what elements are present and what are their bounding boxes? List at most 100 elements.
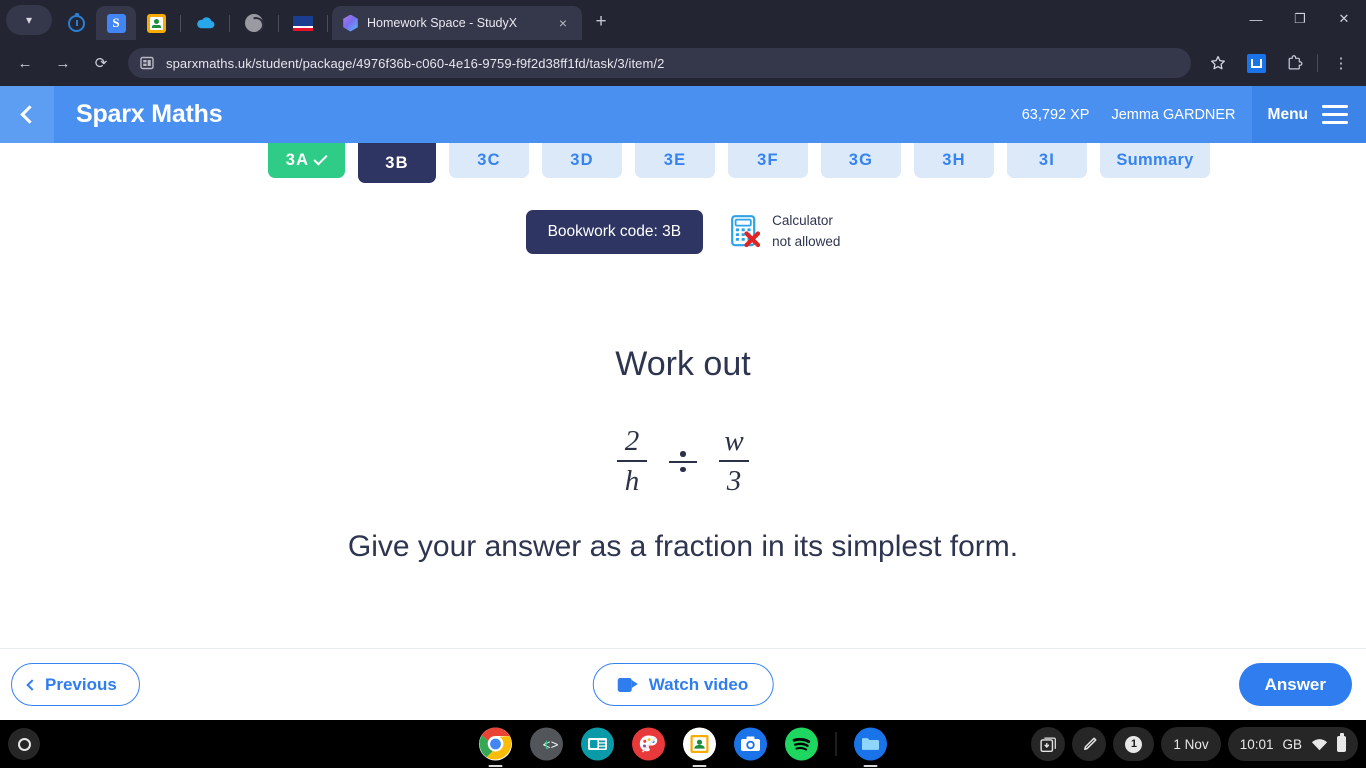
extensions-puzzle-icon[interactable]: [1278, 47, 1310, 79]
close-icon[interactable]: ✕: [1322, 0, 1366, 38]
forward-icon[interactable]: →: [47, 47, 79, 79]
pinned-tab-flag[interactable]: [283, 6, 323, 40]
minimize-icon[interactable]: —: [1234, 0, 1278, 38]
task-tab-3f[interactable]: 3F: [728, 143, 808, 178]
shelf-app-paint-palette[interactable]: [632, 727, 666, 761]
fraction-left-denominator: h: [624, 465, 640, 498]
tab-search-chevron-down-icon[interactable]: ▾: [6, 5, 52, 35]
task-tab-label: 3A: [285, 151, 310, 169]
task-tab-3d[interactable]: 3D: [542, 143, 622, 178]
system-tray: 1 1 Nov 10:01 GB: [1031, 727, 1358, 761]
fraction-right-denominator: 3: [726, 465, 742, 498]
pinned-tab-globe[interactable]: [234, 6, 274, 40]
download-tray-icon[interactable]: [1031, 727, 1066, 761]
shelf-app-chrome[interactable]: [479, 727, 513, 761]
user-name: Jemma GARDNER: [1111, 106, 1236, 123]
shelf-app-spotify[interactable]: [785, 727, 819, 761]
studyx-cube-icon: [343, 14, 358, 32]
active-tab-homework-space[interactable]: Homework Space - StudyX ×: [332, 6, 582, 40]
flag-icon: [293, 15, 313, 31]
globe-icon: [245, 14, 263, 32]
app-back-button[interactable]: [0, 86, 54, 143]
fraction-left-numerator: 2: [624, 425, 640, 457]
answer-button[interactable]: Answer: [1238, 663, 1352, 706]
app-header: Sparx Maths 63,792 XP Jemma GARDNER Menu: [0, 86, 1366, 143]
pinned-extension-icon[interactable]: [1240, 47, 1272, 79]
previous-chevron-icon: [26, 678, 38, 691]
task-tab-3a[interactable]: 3A: [268, 143, 345, 178]
task-tab-label: 3E: [663, 151, 687, 169]
wifi-icon: [1311, 738, 1328, 751]
shelf-app-list: < t >: [479, 727, 888, 761]
battery-icon: [1337, 733, 1346, 752]
calendar-date[interactable]: 1 Nov: [1161, 727, 1221, 761]
shelf-app-tynker[interactable]: < t >: [530, 727, 564, 761]
previous-label: Previous: [45, 674, 117, 694]
browser-toolbar: ← → ⟳ sparxmaths.uk/student/package/4976…: [0, 40, 1366, 86]
tab-divider: [180, 15, 181, 32]
pinned-tab-sparx[interactable]: S: [96, 6, 136, 40]
task-tab-strip: 3A 3B 3C 3D 3E 3F 3G 3H 3I Summary: [0, 143, 1366, 183]
launcher-icon[interactable]: [8, 728, 40, 760]
pinned-tab-classroom[interactable]: [136, 6, 176, 40]
task-tab-label: 3B: [385, 153, 409, 172]
shelf-app-google-classroom[interactable]: [683, 727, 717, 761]
watch-video-label: Watch video: [648, 674, 749, 694]
shelf-app-news[interactable]: [581, 727, 615, 761]
three-dot-menu-icon[interactable]: ⋮: [1325, 47, 1357, 79]
notification-count: 1: [1125, 735, 1143, 753]
task-tab-label: 3I: [1038, 151, 1056, 169]
menu-button[interactable]: Menu: [1251, 86, 1366, 143]
bookwork-code-badge[interactable]: Bookwork code: 3B: [525, 210, 704, 254]
cloud-icon: [196, 17, 214, 29]
division-operator-icon: [669, 451, 697, 473]
browser-tab-bar: ▾ S Homework Space - StudyX × + — ❐ ✕: [0, 0, 1366, 40]
shelf-app-files[interactable]: [854, 727, 888, 761]
task-tab-label: 3G: [848, 151, 874, 169]
task-tab-3g[interactable]: 3G: [821, 143, 901, 178]
xp-total: 63,792 XP: [1021, 106, 1090, 123]
calculator-not-allowed: Calculator not allowed: [731, 211, 840, 253]
task-tab-3e[interactable]: 3E: [635, 143, 715, 178]
page-info-icon[interactable]: [138, 54, 156, 72]
google-classroom-icon: [146, 13, 166, 33]
calculator-line-2: not allowed: [772, 234, 841, 249]
status-area[interactable]: 10:01 GB: [1227, 727, 1358, 761]
task-tab-summary[interactable]: Summary: [1100, 143, 1210, 178]
notification-counter[interactable]: 1: [1113, 727, 1155, 761]
reload-icon[interactable]: ⟳: [85, 47, 117, 79]
task-tab-label: 3F: [757, 151, 779, 169]
task-tab-label: 3C: [477, 151, 501, 169]
task-tab-3b[interactable]: 3B: [358, 143, 436, 183]
svg-text:t: t: [545, 737, 549, 752]
question-meta-row: Bookwork code: 3B Calculator not allowed: [0, 210, 1366, 254]
tab-strip: ▾ S Homework Space - StudyX × +: [0, 0, 616, 40]
task-tab-3h[interactable]: 3H: [914, 143, 994, 178]
screen: ▾ S Homework Space - StudyX × + — ❐ ✕ ← …: [0, 0, 1366, 768]
address-bar[interactable]: sparxmaths.uk/student/package/4976f36b-c…: [128, 48, 1191, 78]
check-icon: [313, 151, 328, 166]
watch-video-button[interactable]: Watch video: [592, 663, 774, 706]
tab-divider: [327, 15, 328, 32]
timer-icon: [67, 12, 85, 32]
previous-button[interactable]: Previous: [11, 663, 140, 706]
new-tab-button[interactable]: +: [586, 7, 616, 37]
fraction-left: 2 h: [617, 425, 647, 498]
stylus-pen-icon[interactable]: [1072, 727, 1107, 761]
task-tab-3i[interactable]: 3I: [1007, 143, 1087, 178]
pinned-tab-onedrive[interactable]: [185, 6, 225, 40]
bookmark-star-icon[interactable]: [1202, 47, 1234, 79]
hamburger-icon: [1322, 104, 1348, 125]
question-prompt: Work out: [615, 345, 751, 383]
clock-label: 10:01: [1239, 736, 1274, 752]
back-icon[interactable]: ←: [9, 47, 41, 79]
system-shelf: < t > 1 1 Nov 10:01 GB: [0, 720, 1366, 768]
locale-label: GB: [1282, 736, 1302, 752]
close-tab-icon[interactable]: ×: [552, 15, 574, 31]
pinned-tab-timer[interactable]: [56, 6, 96, 40]
tab-divider: [229, 15, 230, 32]
restore-icon[interactable]: ❐: [1278, 0, 1322, 38]
shelf-app-camera[interactable]: [734, 727, 768, 761]
task-tab-3c[interactable]: 3C: [449, 143, 529, 178]
task-tabs: 3A 3B 3C 3D 3E 3F 3G 3H 3I Summary: [268, 143, 1210, 183]
